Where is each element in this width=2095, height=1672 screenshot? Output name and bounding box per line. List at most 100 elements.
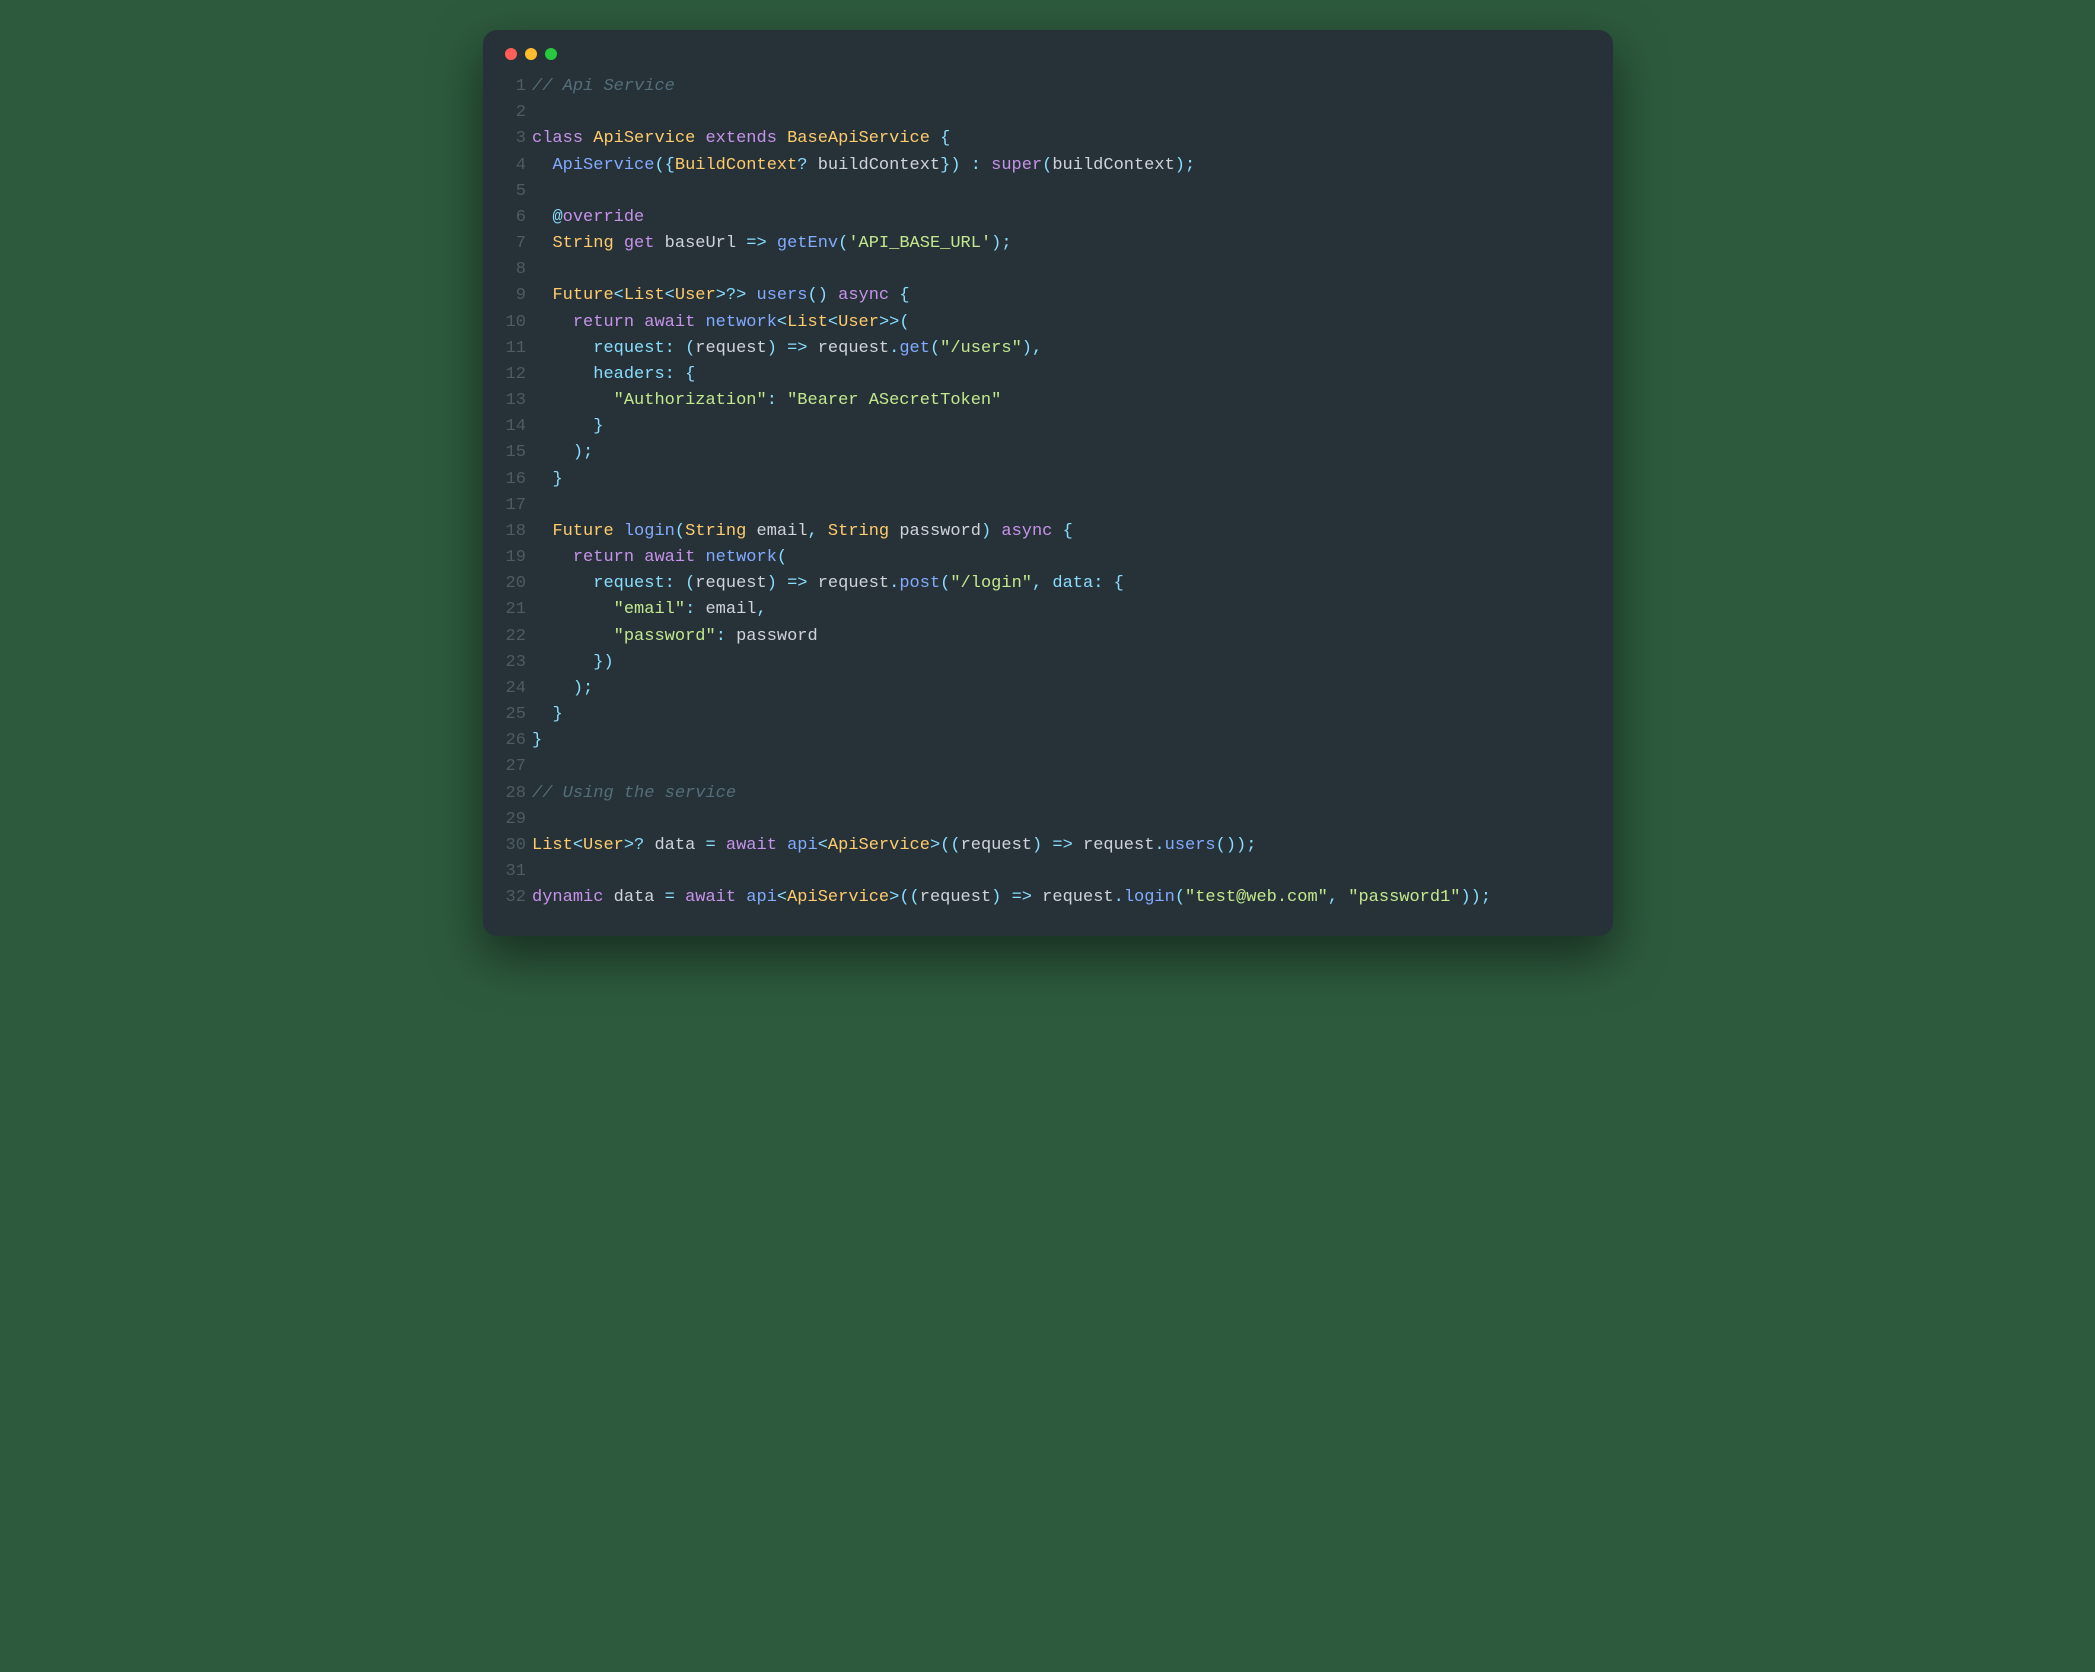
line-content: List<User>? data = await api<ApiService>…	[526, 833, 1257, 859]
line-number: 13	[505, 388, 526, 414]
token-pn: })	[940, 156, 960, 175]
token-cm: // Api Service	[532, 77, 675, 96]
token-id	[981, 156, 991, 175]
token-pn: :	[716, 627, 726, 646]
token-id	[675, 339, 685, 358]
code-line: 22 "password": password	[505, 624, 1591, 650]
token-ty: String	[828, 522, 889, 541]
code-window: 1// Api Service2 3class ApiService exten…	[483, 30, 1613, 936]
line-number: 27	[505, 754, 526, 780]
token-ty: BaseApiService	[787, 129, 930, 148]
token-pn: (	[685, 339, 695, 358]
token-fn: ApiService	[552, 156, 654, 175]
token-ty: String	[552, 234, 613, 253]
token-id	[532, 339, 593, 358]
token-id: email	[746, 522, 807, 541]
code-line: 5	[505, 179, 1591, 205]
line-content: request: (request) => request.post("/log…	[526, 571, 1124, 597]
line-number: 17	[505, 493, 526, 519]
token-ty: User	[838, 313, 879, 332]
token-pn: >((	[930, 836, 961, 855]
line-number: 19	[505, 545, 526, 571]
token-fn: users	[1165, 836, 1216, 855]
line-content	[526, 807, 542, 833]
token-pn: );	[991, 234, 1011, 253]
token-id	[1042, 574, 1052, 593]
token-pn: >?>	[716, 286, 747, 305]
token-pn: =>	[1012, 888, 1032, 907]
code-line: 11 request: (request) => request.get("/u…	[505, 336, 1591, 362]
token-id	[634, 548, 644, 567]
token-st: "/users"	[940, 339, 1022, 358]
token-pn: =>	[787, 339, 807, 358]
token-id	[532, 679, 573, 698]
token-id	[532, 548, 573, 567]
code-line: 13 "Authorization": "Bearer ASecretToken…	[505, 388, 1591, 414]
code-editor[interactable]: 1// Api Service2 3class ApiService exten…	[505, 74, 1591, 912]
token-id: baseUrl	[654, 234, 746, 253]
token-kw: await	[685, 888, 736, 907]
token-id	[532, 470, 552, 489]
code-line: 15 );	[505, 440, 1591, 466]
token-pn: (	[777, 548, 787, 567]
code-line: 10 return await network<List<User>>(	[505, 310, 1591, 336]
token-ty: String	[685, 522, 746, 541]
token-ty: User	[583, 836, 624, 855]
token-ty: List	[787, 313, 828, 332]
line-content: })	[526, 650, 614, 676]
token-id	[634, 313, 644, 332]
token-ty: ApiService	[787, 888, 889, 907]
token-pn: :	[1093, 574, 1103, 593]
token-id	[675, 365, 685, 384]
token-kw: await	[644, 313, 695, 332]
token-ty: List	[624, 286, 665, 305]
token-id	[1042, 836, 1052, 855]
line-number: 26	[505, 728, 526, 754]
line-number: 6	[505, 205, 526, 231]
token-pn: ({	[654, 156, 674, 175]
zoom-icon[interactable]	[545, 48, 557, 60]
token-id	[818, 522, 828, 541]
line-number: 22	[505, 624, 526, 650]
token-id	[532, 600, 614, 619]
token-pn: :	[665, 574, 675, 593]
token-id	[614, 522, 624, 541]
token-pn: <	[573, 836, 583, 855]
token-pn: :	[665, 339, 675, 358]
token-named: request	[593, 339, 664, 358]
token-kw: await	[726, 836, 777, 855]
token-id	[716, 836, 726, 855]
token-pn: (	[685, 574, 695, 593]
code-line: 8	[505, 257, 1591, 283]
token-id	[1338, 888, 1348, 907]
token-pn: }	[552, 470, 562, 489]
token-pn: >>(	[879, 313, 910, 332]
line-number: 31	[505, 859, 526, 885]
token-id	[930, 129, 940, 148]
line-content: }	[526, 728, 542, 754]
token-id	[532, 391, 614, 410]
token-pn: <	[818, 836, 828, 855]
code-line: 1// Api Service	[505, 74, 1591, 100]
token-id	[746, 286, 756, 305]
line-content: }	[526, 414, 604, 440]
token-id	[1001, 888, 1011, 907]
token-id: request	[1073, 836, 1155, 855]
code-line: 3class ApiService extends BaseApiService…	[505, 126, 1591, 152]
token-st: "email"	[614, 600, 685, 619]
token-pn: }	[532, 731, 542, 750]
token-pn: (	[930, 339, 940, 358]
token-kw: return	[573, 313, 634, 332]
token-id	[532, 286, 552, 305]
token-id	[777, 836, 787, 855]
token-pn: (	[675, 522, 685, 541]
close-icon[interactable]	[505, 48, 517, 60]
token-fn: api	[746, 888, 777, 907]
minimize-icon[interactable]	[525, 48, 537, 60]
token-id	[532, 574, 593, 593]
token-kw: extends	[705, 129, 776, 148]
token-id: request	[1032, 888, 1114, 907]
token-id: buildContext	[1052, 156, 1174, 175]
token-pn: {	[1114, 574, 1124, 593]
token-id	[777, 391, 787, 410]
